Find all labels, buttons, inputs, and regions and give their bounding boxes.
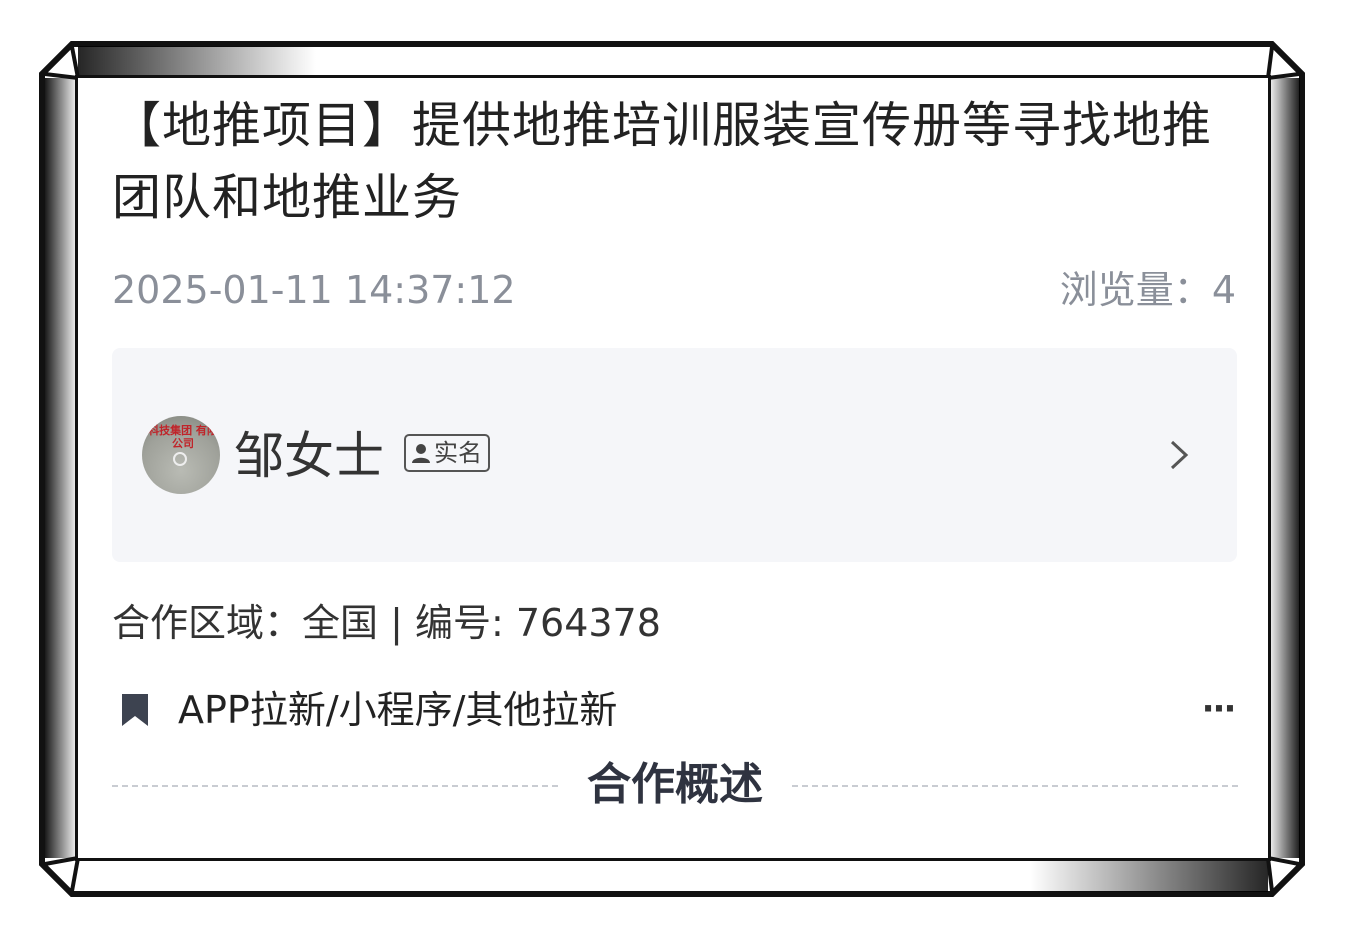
verified-badge: 实名	[404, 434, 490, 472]
publisher-name: 邹女士	[234, 427, 384, 485]
avatar-text: 科技集团 有限公司	[148, 424, 218, 450]
avatar[interactable]: 科技集团 有限公司	[142, 416, 220, 494]
divider-line-right	[792, 785, 1238, 787]
bookmark-icon	[122, 694, 148, 726]
category-row: APP拉新/小程序/其他拉新 ···	[112, 684, 1238, 736]
verified-label: 实名	[434, 439, 482, 467]
post-title: 【地推项目】提供地推培训服装宣传册等寻找地推团队和地推业务	[112, 97, 1213, 226]
section-title: 合作概述	[587, 759, 763, 810]
more-horizontal-icon[interactable]: ···	[1198, 692, 1238, 726]
category-text: APP拉新/小程序/其他拉新	[178, 688, 618, 732]
post-timestamp: 2025-01-11 14:37:12	[112, 268, 516, 312]
post-detail-content: 【地推项目】提供地推培训服装宣传册等寻找地推团队和地推业务 2025-01-11…	[78, 78, 1268, 858]
view-count: 浏览量：4	[1060, 264, 1236, 316]
view-count-value: 4	[1211, 268, 1236, 312]
cooperation-info: 合作区域：全国 | 编号: 764378	[112, 601, 661, 645]
publisher-card[interactable]: 科技集团 有限公司 邹女士 实名	[112, 348, 1237, 562]
person-icon	[412, 444, 430, 463]
chevron-right-icon[interactable]	[1167, 438, 1191, 472]
divider-line-left	[112, 785, 558, 787]
play-icon	[173, 452, 187, 466]
view-count-label: 浏览量：	[1059, 268, 1212, 312]
section-header: 合作概述	[112, 754, 1238, 816]
